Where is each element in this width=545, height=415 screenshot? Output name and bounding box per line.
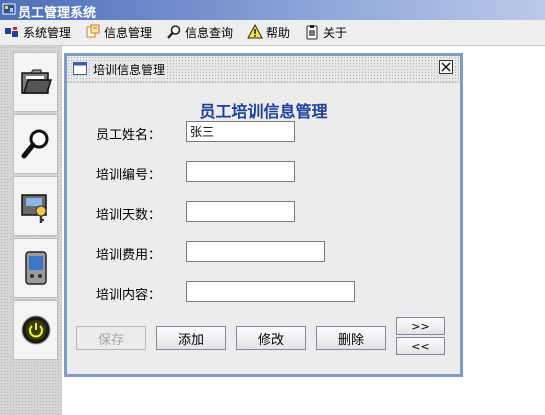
search-icon [167,25,181,39]
menu-about-label: 关于 [323,25,348,40]
info-icon [86,24,100,38]
training-id-input[interactable] [186,161,295,182]
system-icon [5,27,18,37]
menu-query-label: 信息查询 [185,25,234,40]
pda-icon [24,251,47,285]
app-icon [2,3,16,15]
training-days-input[interactable] [186,201,295,222]
form-heading: 员工培训信息管理 [199,102,328,121]
employee-name-label: 员工姓名： [96,128,162,143]
side-toolbar [13,52,60,364]
menu-system[interactable]: 系统管理 [4,24,71,40]
employee-name-input[interactable] [186,121,295,142]
training-content-input[interactable] [186,281,355,302]
folder-key-icon [20,194,47,223]
menu-help-label: 帮助 [266,25,291,40]
warning-icon [247,24,263,39]
toolbar-device-button[interactable] [13,238,58,298]
internal-frame-title-bar[interactable]: 培训信息管理 [67,56,460,83]
close-button[interactable] [439,60,453,74]
window-title: 员工管理系统 [18,6,97,21]
toolbar-exit-button[interactable] [13,300,58,360]
menu-query[interactable]: 信息查询 [166,24,233,40]
menu-help[interactable]: 帮助 [247,24,290,40]
menu-info-label: 信息管理 [104,25,153,40]
power-icon [21,315,50,345]
internal-frame-title: 培训信息管理 [91,61,168,78]
training-cost-input[interactable] [186,241,325,262]
modify-button[interactable]: 修改 [236,326,306,350]
previous-record-button[interactable]: << [396,337,445,355]
toolbar-search-button[interactable] [13,114,58,174]
menu-bar: 系统管理 信息管理 信息查询 帮助 关于 [0,20,545,46]
training-cost-label: 培训费用： [96,248,162,263]
toolbar-folder-button[interactable] [13,52,58,112]
delete-button[interactable]: 删除 [316,326,386,350]
training-days-label: 培训天数： [96,208,162,223]
save-button[interactable]: 保存 [76,326,146,350]
training-content-label: 培训内容： [96,288,162,303]
training-id-label: 培训编号： [96,168,162,183]
folder-icon [20,69,52,94]
magnifier-icon [21,129,48,159]
menu-system-label: 系统管理 [23,25,72,40]
menu-info[interactable]: 信息管理 [85,24,152,40]
toolbar-keys-button[interactable] [13,176,58,236]
menu-about[interactable]: 关于 [304,24,347,40]
training-info-window: 培训信息管理 员工培训信息管理 员工姓名： 培训编号： 培训天数： 培训费用： … [64,53,463,377]
close-icon [441,62,451,72]
next-record-button[interactable]: >> [396,317,445,335]
window-title-bar: 员工管理系统 [0,0,545,21]
about-icon [306,25,318,40]
window-icon [73,62,87,75]
add-button[interactable]: 添加 [156,326,226,350]
